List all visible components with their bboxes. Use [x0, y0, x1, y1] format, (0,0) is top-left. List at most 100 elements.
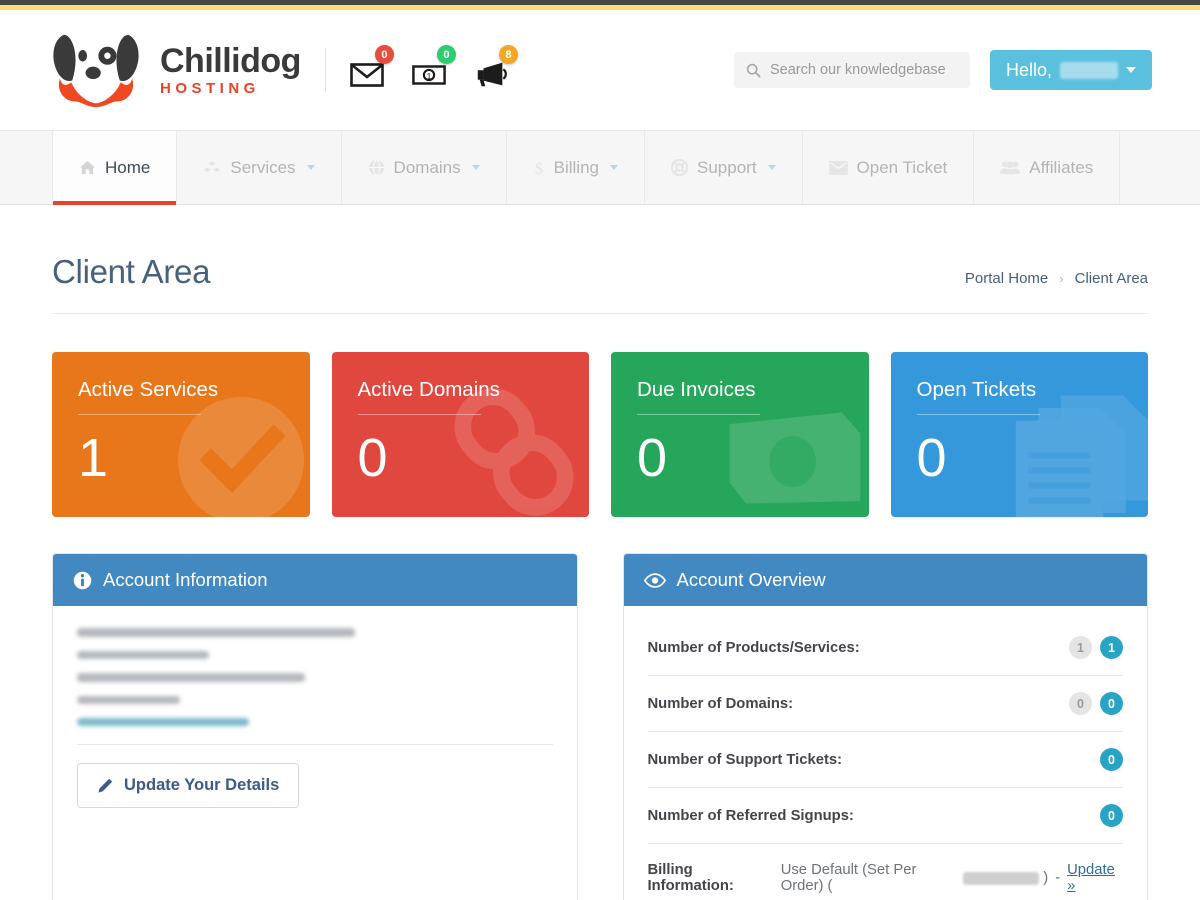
dollar-icon: $: [533, 159, 545, 177]
overview-row-support-tickets: Number of Support Tickets: 0: [647, 732, 1123, 788]
overview-row-label: Number of Products/Services:: [647, 639, 860, 656]
stat-card-active-domains[interactable]: Active Domains 0: [331, 352, 589, 517]
unread-messages-badge: 0: [374, 45, 394, 64]
stat-card-value: 1: [78, 428, 109, 488]
nav-item-affiliates[interactable]: Affiliates: [974, 131, 1121, 204]
cubes-icon: [203, 160, 221, 176]
nav-item-label: Billing: [553, 157, 599, 177]
account-detail-line: [77, 696, 180, 704]
nav-item-support[interactable]: Support: [645, 131, 803, 204]
brand-logo-link[interactable]: Chillidog HOSTING: [48, 31, 301, 109]
header-right-cluster: Search our knowledgebase Hello,: [733, 50, 1152, 90]
announcements-badge: 8: [498, 45, 518, 64]
overview-row-badges: 1 1: [1069, 636, 1123, 659]
users-icon: [1000, 160, 1021, 175]
nav-item-billing[interactable]: $ Billing: [507, 131, 645, 204]
overview-row-label: Number of Referred Signups:: [647, 807, 854, 824]
nav-item-label: Support: [697, 157, 757, 177]
brand-wordmark: Chillidog HOSTING: [160, 44, 301, 96]
svg-text:1: 1: [427, 71, 432, 81]
billing-update-link[interactable]: Update »: [1067, 862, 1123, 894]
stat-card-value: 0: [637, 428, 668, 488]
overview-badge-secondary: 1: [1069, 636, 1092, 659]
home-icon: [79, 160, 96, 175]
breadcrumb: Portal Home › Client Area: [965, 270, 1148, 287]
nav-item-home[interactable]: Home: [52, 131, 178, 205]
main-content: Client Area Portal Home › Client Area Ac…: [0, 205, 1200, 900]
overview-badge-primary: 0: [1100, 804, 1123, 827]
lifering-icon: [671, 159, 688, 176]
overview-row-domains: Number of Domains: 0 0: [647, 676, 1123, 732]
unread-messages-button[interactable]: 0: [350, 45, 394, 87]
overview-row-badges: 0: [1100, 748, 1123, 771]
account-detail-line: [77, 651, 209, 659]
stat-card-active-services[interactable]: Active Services 1: [52, 352, 310, 517]
overview-badge-primary: 0: [1100, 748, 1123, 771]
account-username-redacted: [1060, 61, 1118, 79]
nav-item-label: Domains: [393, 157, 461, 177]
page-title-row: Client Area Portal Home › Client Area: [52, 205, 1148, 314]
page-title: Client Area: [52, 253, 211, 290]
account-menu-button[interactable]: Hello,: [989, 50, 1152, 90]
chevron-down-icon: [610, 165, 618, 170]
billing-separator: -: [1055, 870, 1061, 886]
account-information-body: Update Your Details: [53, 606, 577, 836]
breadcrumb-separator-icon: ›: [1059, 271, 1064, 286]
account-information-header: Account Information: [53, 554, 577, 606]
announcements-button[interactable]: 8: [474, 45, 518, 87]
account-detail-line: [77, 673, 305, 682]
chevron-down-icon: [1126, 67, 1136, 73]
stat-card-title: Active Domains: [357, 378, 500, 401]
update-your-details-button[interactable]: Update Your Details: [77, 763, 300, 808]
envelope-icon: [828, 160, 848, 175]
search-placeholder: Search our knowledgebase: [769, 62, 946, 78]
globe-icon: [368, 159, 385, 176]
account-detail-line: [77, 628, 355, 637]
header-divider: [324, 48, 326, 92]
billing-information-redacted: [962, 871, 1040, 885]
pencil-icon: [98, 778, 113, 793]
overview-row-referred-signups: Number of Referred Signups: 0: [647, 788, 1123, 844]
stat-card-value: 0: [916, 428, 947, 488]
stat-card-value: 0: [357, 428, 388, 488]
overview-row-label: Number of Domains:: [647, 695, 794, 712]
account-greeting: Hello,: [1005, 59, 1052, 80]
search-input[interactable]: Search our knowledgebase: [733, 52, 970, 88]
brand-name: Chillidog: [160, 42, 301, 80]
account-information-panel: Account Information Update Your Details: [52, 553, 578, 900]
breadcrumb-portal-home[interactable]: Portal Home: [965, 270, 1048, 287]
account-details-redacted: [77, 628, 553, 726]
stat-card-due-invoices[interactable]: Due Invoices 0: [611, 352, 869, 517]
nav-item-domains[interactable]: Domains: [342, 131, 507, 204]
stat-card-rule: [357, 414, 481, 415]
panel-title: Account Information: [103, 569, 268, 590]
billing-information-value-suffix: ): [1043, 870, 1049, 886]
nav-item-label: Affiliates: [1029, 157, 1094, 177]
stat-card-title: Open Tickets: [916, 378, 1037, 401]
search-icon: [746, 63, 761, 78]
account-overview-body: Number of Products/Services: 1 1 Number …: [624, 606, 1148, 900]
stat-card-rule: [78, 414, 202, 415]
overview-row-label: Number of Support Tickets:: [647, 751, 843, 768]
site-header: Chillidog HOSTING 0 1 0 8 Search our kno…: [0, 10, 1200, 130]
dog-face-logo-icon: [53, 34, 139, 108]
update-your-details-label: Update Your Details: [124, 776, 280, 794]
nav-item-label: Services: [230, 157, 296, 177]
billing-information-row: Billing Information: Use Default (Set Pe…: [648, 844, 1124, 898]
header-notification-icons: 0 1 0 8: [350, 45, 518, 87]
account-overview-header: Account Overview: [623, 554, 1147, 606]
chevron-down-icon: [306, 165, 315, 170]
nav-item-open-ticket[interactable]: Open Ticket: [803, 131, 975, 204]
stat-card-rule: [637, 414, 761, 415]
panel-row: Account Information Update Your Details: [52, 553, 1148, 900]
stat-card-row: Active Services 1 Active Domains 0 Due I…: [52, 352, 1148, 517]
nav-item-services[interactable]: Services: [177, 131, 342, 204]
due-invoices-button[interactable]: 1 0: [412, 45, 456, 87]
panel-title: Account Overview: [676, 569, 826, 590]
overview-row-products-services: Number of Products/Services: 1 1: [647, 628, 1123, 676]
overview-badge-primary: 1: [1100, 636, 1123, 659]
chevron-down-icon: [471, 165, 480, 170]
stat-card-open-tickets[interactable]: Open Tickets 0: [890, 352, 1148, 517]
info-circle-icon: [73, 571, 92, 589]
due-invoices-badge: 0: [436, 45, 456, 64]
